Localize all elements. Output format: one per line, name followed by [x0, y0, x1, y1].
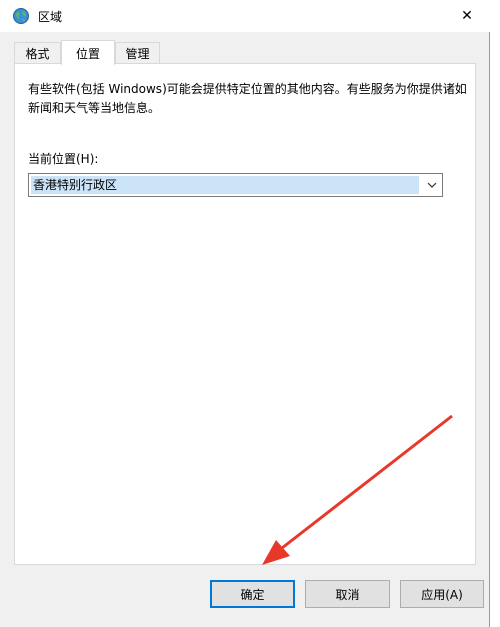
apply-button[interactable]: 应用(A) [400, 580, 484, 608]
globe-icon [13, 8, 29, 24]
title-bar: 区域 ✕ [0, 0, 490, 32]
chevron-down-icon [427, 182, 437, 188]
current-location-value: 香港特别行政区 [31, 176, 419, 194]
tab-label: 格式 [25, 46, 50, 61]
background-window [490, 0, 500, 627]
window-title: 区域 [38, 10, 63, 24]
tab-label: 管理 [125, 46, 150, 61]
ok-button[interactable]: 确定 [210, 580, 295, 608]
tab-location[interactable]: 位置 [61, 40, 115, 65]
tab-format[interactable]: 格式 [14, 42, 61, 63]
close-button[interactable]: ✕ [444, 0, 490, 32]
tab-administrative[interactable]: 管理 [115, 42, 160, 63]
region-dialog: 区域 ✕ 格式 位置 管理 有些软件(包括 Windows)可能会提供特定位置的… [0, 0, 490, 627]
current-location-select[interactable]: 香港特别行政区 [28, 173, 443, 197]
close-icon: ✕ [461, 8, 473, 24]
cancel-button[interactable]: 取消 [305, 580, 390, 608]
location-panel: 有些软件(包括 Windows)可能会提供特定位置的其他内容。有些服务为你提供诸… [14, 63, 476, 565]
tab-label: 位置 [75, 46, 100, 61]
location-description: 有些软件(包括 Windows)可能会提供特定位置的其他内容。有些服务为你提供诸… [28, 82, 467, 115]
current-location-label: 当前位置(H): [28, 152, 99, 166]
